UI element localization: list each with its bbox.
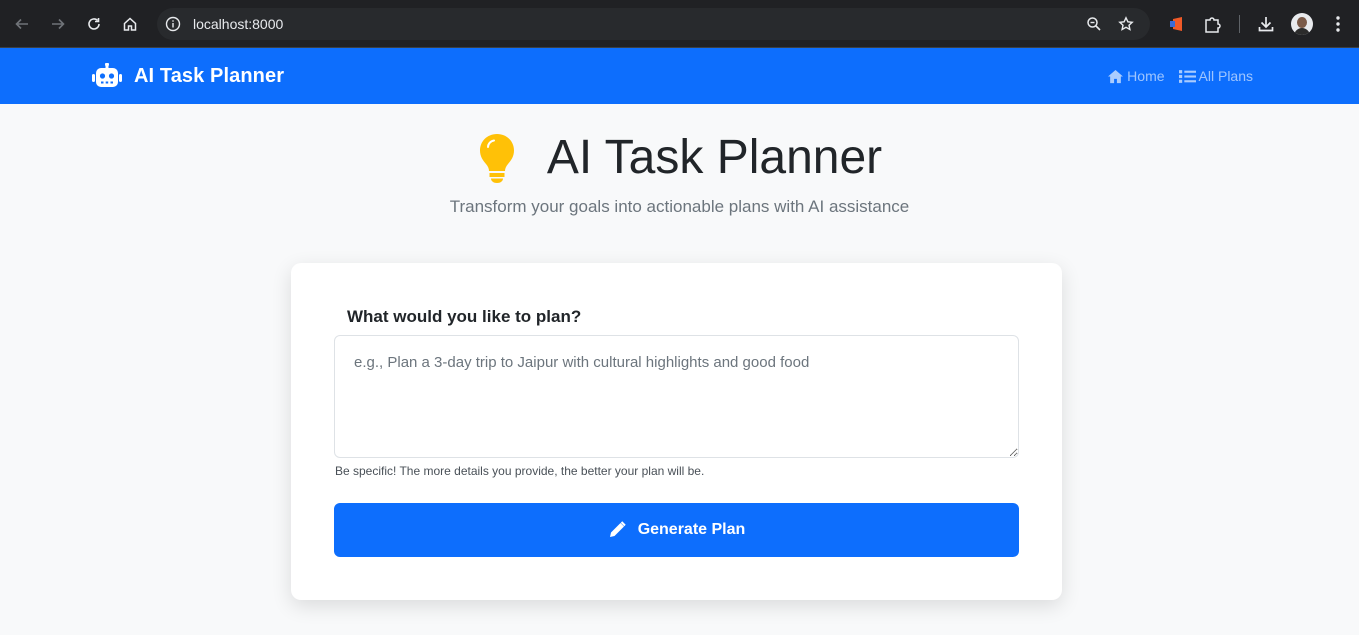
plan-goal-textarea[interactable]: [334, 335, 1019, 458]
extension-icon[interactable]: [1166, 14, 1186, 34]
browser-toolbar: localhost:8000: [0, 0, 1359, 48]
profile-avatar[interactable]: [1291, 13, 1313, 35]
brand-label: AI Task Planner: [134, 64, 285, 87]
generate-plan-button[interactable]: Generate Plan: [334, 503, 1019, 557]
address-bar[interactable]: localhost:8000: [157, 8, 1150, 40]
nav-link-all-plans[interactable]: All Plans: [1178, 68, 1253, 84]
back-icon[interactable]: [10, 12, 34, 36]
home-icon[interactable]: [118, 12, 142, 36]
pencil-icon: [609, 521, 626, 537]
page-title: AI Task Planner: [546, 131, 883, 184]
navbar-brand[interactable]: AI Task Planner: [92, 63, 284, 89]
app-navbar: AI Task Planner Home All Plans: [0, 48, 1359, 104]
toolbar-divider: [1239, 15, 1240, 33]
site-info-icon[interactable]: [165, 16, 181, 32]
nav-link-all-plans-label: All Plans: [1198, 68, 1253, 84]
page-subtitle: Transform your goals into actionable pla…: [449, 197, 910, 216]
url-text[interactable]: localhost:8000: [193, 16, 283, 32]
plan-input-label: What would you like to plan?: [347, 307, 582, 326]
home-icon: [1108, 69, 1124, 83]
puzzle-icon[interactable]: [1202, 14, 1222, 34]
menu-kebab-icon[interactable]: [1330, 14, 1346, 34]
list-icon: [1178, 69, 1196, 83]
nav-link-home[interactable]: Home: [1107, 68, 1165, 84]
plan-form-card: What would you like to plan? Be specific…: [291, 263, 1062, 600]
plan-input-help: Be specific! The more details you provid…: [335, 464, 705, 478]
forward-icon[interactable]: [46, 12, 70, 36]
bookmark-star-icon[interactable]: [1118, 16, 1134, 32]
hero-heading: AI Task Planner: [0, 130, 1359, 186]
generate-plan-label: Generate Plan: [637, 521, 746, 538]
robot-icon: [92, 63, 122, 87]
navbar-links: Home All Plans: [1107, 68, 1253, 84]
lightbulb-icon: [479, 134, 514, 183]
reload-icon[interactable]: [82, 12, 106, 36]
nav-link-home-label: Home: [1127, 68, 1165, 84]
download-icon[interactable]: [1256, 14, 1276, 34]
zoom-icon[interactable]: [1086, 16, 1102, 32]
